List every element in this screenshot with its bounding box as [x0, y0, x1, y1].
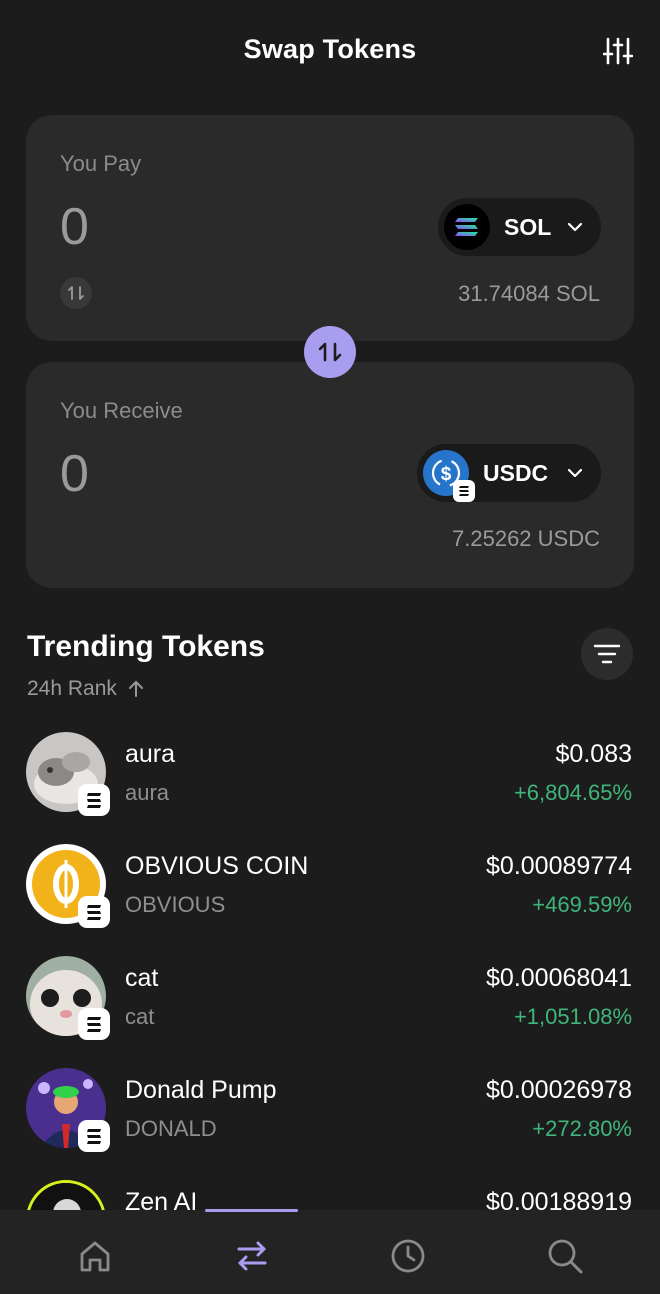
receive-token-selector[interactable]: $ USDC: [417, 444, 601, 502]
token-symbol: OBVIOUS: [125, 892, 226, 917]
pay-amount-input[interactable]: 0: [60, 197, 89, 257]
svg-text:$: $: [441, 464, 452, 485]
list-item[interactable]: cat cat $0.00068041 +1,051.08%: [0, 948, 660, 1060]
home-icon[interactable]: [75, 1236, 115, 1276]
token-name: OBVIOUS COIN: [125, 852, 309, 880]
solana-chain-badge: [78, 784, 110, 816]
token-change: +469.59%: [532, 892, 632, 917]
search-icon[interactable]: [545, 1236, 585, 1276]
pay-card: You Pay 0 SOL 31.74084 SOL: [26, 115, 634, 341]
solana-chain-badge: [78, 1120, 110, 1152]
sliders-icon[interactable]: [602, 36, 634, 66]
pay-label: You Pay: [60, 151, 142, 176]
usdc-icon: $: [423, 450, 475, 502]
list-item[interactable]: Donald Pump DONALD $0.00026978 +272.80%: [0, 1060, 660, 1172]
token-symbol: DONALD: [125, 1116, 217, 1141]
token-symbol: cat: [125, 1004, 155, 1029]
solana-chain-badge: [78, 896, 110, 928]
rank-sort[interactable]: 24h Rank: [27, 677, 145, 701]
receive-card: You Receive 0 $ USDC 7.25262 USDC: [26, 362, 634, 588]
chevron-down-icon: [567, 465, 583, 481]
pay-token-selector[interactable]: SOL: [438, 198, 601, 256]
receive-balance: 7.25262 USDC: [452, 526, 600, 551]
receive-token-symbol: USDC: [483, 459, 549, 486]
rank-label: 24h Rank: [27, 677, 117, 700]
pay-balance: 31.74084 SOL: [458, 281, 600, 306]
clock-icon[interactable]: [388, 1236, 428, 1276]
token-name: cat: [125, 964, 159, 992]
flip-tokens-button[interactable]: [304, 326, 356, 378]
receive-amount-output: 0: [60, 445, 89, 503]
token-name: aura: [125, 740, 176, 768]
chevron-down-icon: [567, 219, 583, 235]
pay-token-symbol: SOL: [504, 213, 552, 240]
filter-button[interactable]: [581, 628, 633, 680]
token-symbol: aura: [125, 780, 170, 805]
token-name: Donald Pump: [125, 1076, 277, 1104]
page-title: Swap Tokens: [243, 34, 417, 64]
solana-chain-badge: [78, 1008, 110, 1040]
token-price: $0.00089774: [486, 852, 632, 880]
solana-chain-badge: [453, 480, 475, 502]
swap-icon[interactable]: [232, 1236, 272, 1276]
token-price: $0.00026978: [486, 1076, 632, 1104]
arrow-up-icon: [128, 681, 143, 697]
section-title: Trending Tokens: [27, 630, 265, 663]
list-item[interactable]: aura aura $0.083 +6,804.65%: [0, 724, 660, 836]
bottom-nav: [0, 1210, 660, 1294]
token-price: $0.00068041: [486, 964, 632, 992]
receive-label: You Receive: [60, 398, 183, 423]
sol-icon: [444, 204, 490, 250]
active-tab-indicator: [205, 1209, 298, 1212]
header: Swap Tokens: [0, 0, 660, 104]
list-item[interactable]: OBVIOUS COIN OBVIOUS $0.00089774 +469.59…: [0, 836, 660, 948]
token-price: $0.083: [555, 740, 632, 768]
switch-unit-icon[interactable]: [60, 277, 92, 309]
filter-icon: [593, 644, 621, 664]
token-change: +272.80%: [532, 1116, 632, 1141]
token-change: +1,051.08%: [513, 1004, 632, 1029]
token-change: +6,804.65%: [513, 780, 632, 805]
